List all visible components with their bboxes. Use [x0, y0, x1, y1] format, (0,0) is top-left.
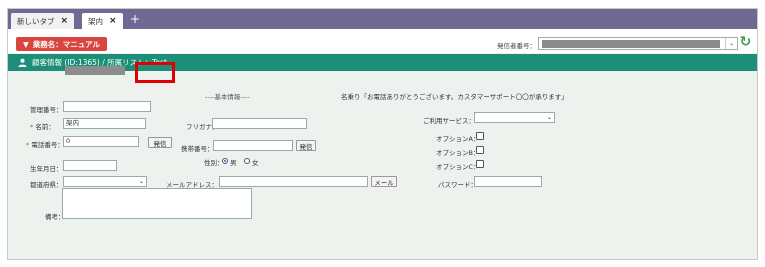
call-button[interactable]: 発信	[148, 137, 172, 148]
service-label: ご利用サービス：	[423, 117, 475, 125]
gender-male-label: 男	[230, 159, 237, 167]
gender-male-radio[interactable]	[222, 158, 228, 164]
refresh-icon[interactable]: ↻	[738, 34, 753, 50]
call-button-highlight	[135, 62, 175, 83]
gender-female-label: 女	[252, 159, 259, 167]
customer-form: ----基本情報---- 名乗り「お電話ありがとうございます。カスタマーサポート…	[8, 71, 757, 259]
birthday-input[interactable]	[63, 160, 117, 171]
chevron-down-icon: ⌄	[546, 114, 552, 121]
header-strip: ▼ 業務名：マニュアル 発信者番号： ⌄ ↻	[8, 29, 757, 53]
close-icon[interactable]: ×	[61, 16, 69, 26]
mobile-label: 携帯番号：	[181, 145, 214, 153]
caret-down-icon: ▼	[23, 39, 29, 49]
tab-label: 架内	[88, 16, 103, 26]
mail-button[interactable]: メール	[371, 176, 397, 187]
close-icon[interactable]: ×	[109, 16, 117, 26]
option-b-label: オプションB：	[436, 149, 480, 157]
password-input[interactable]	[474, 176, 542, 187]
mobile-input[interactable]	[213, 140, 293, 151]
furigana-input[interactable]	[212, 118, 307, 129]
tab-bar: 新しいタブ × 架内 × +	[8, 9, 757, 29]
tab-active[interactable]: 架内 ×	[82, 13, 123, 29]
option-c-label: オプションC：	[436, 163, 480, 171]
password-label: パスワード：	[438, 181, 477, 189]
name-input[interactable]: 架内	[63, 118, 146, 129]
caller-number-label: 発信者番号：	[497, 42, 536, 50]
option-b-checkbox[interactable]	[476, 146, 484, 154]
gender-female-radio[interactable]	[244, 158, 250, 164]
chevron-down-icon: ⌄	[138, 178, 144, 185]
caller-number-select[interactable]: ⌄	[538, 37, 738, 50]
option-a-label: オプションA：	[436, 135, 480, 143]
business-name-button[interactable]: ▼ 業務名：マニュアル	[16, 37, 108, 51]
app-frame: 新しいタブ × 架内 × + ▼ 業務名：マニュアル 発信者番号： ⌄ ↻ 顧客…	[7, 8, 758, 260]
masked-caller-number	[542, 40, 720, 48]
add-tab-button[interactable]: +	[130, 12, 140, 26]
user-icon	[18, 58, 27, 67]
name-label: * 名前：	[30, 123, 55, 131]
memo-textarea[interactable]	[62, 188, 252, 219]
service-select[interactable]: ⌄	[474, 112, 555, 123]
phone-label: * 電話番号：	[26, 141, 64, 149]
management-no-input[interactable]	[63, 101, 151, 112]
phone-input[interactable]: 0	[63, 136, 139, 147]
prefecture-label: 都道府県：	[30, 181, 63, 189]
tab-new-tab[interactable]: 新しいタブ ×	[11, 13, 75, 29]
email-input[interactable]	[219, 176, 368, 187]
birthday-label: 生年月日：	[30, 165, 63, 173]
chevron-down-icon: ⌄	[725, 38, 737, 49]
business-name-label: 業務名：マニュアル	[32, 39, 101, 49]
option-c-checkbox[interactable]	[476, 160, 484, 168]
prefecture-select[interactable]: ⌄	[63, 176, 147, 187]
mobile-call-button[interactable]: 発信	[296, 140, 316, 151]
greeting-script: 名乗り「お電話ありがとうございます。カスタマーサポート〇〇が承ります」	[341, 93, 568, 101]
gender-label: 性別：	[204, 159, 224, 167]
tab-label: 新しいタブ	[17, 16, 55, 26]
basic-info-heading: ----基本情報----	[205, 93, 250, 101]
option-a-checkbox[interactable]	[476, 132, 484, 140]
management-no-label: 管理番号：	[30, 106, 63, 114]
masked-phone-number	[65, 66, 125, 75]
